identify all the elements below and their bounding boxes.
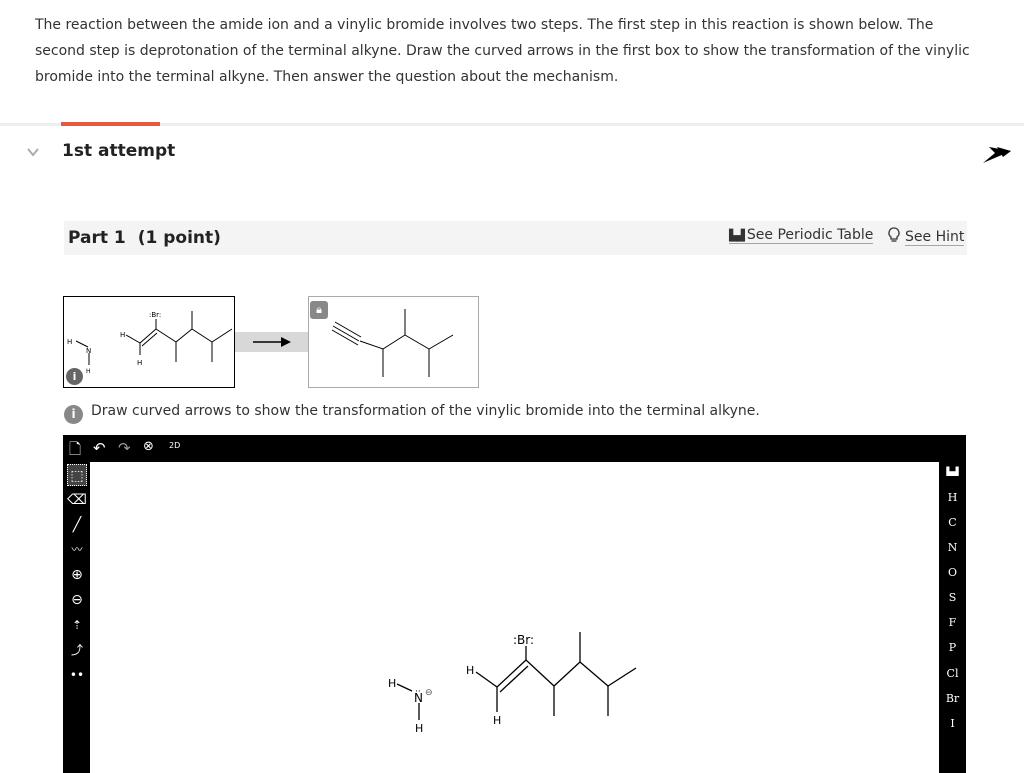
zoom-fit-icon[interactable]: ⊗: [143, 439, 154, 454]
see-periodic-table-link[interactable]: ▙▟ See Periodic Table: [729, 227, 874, 244]
vinyl-h-label: H: [120, 331, 125, 339]
part-points: (1 point): [137, 228, 221, 248]
part-title: Part 1 (1 point): [68, 228, 221, 248]
lock-icon: 🔒︎: [310, 301, 328, 319]
element-p[interactable]: P: [939, 641, 966, 654]
part-number: Part 1: [68, 228, 126, 248]
amide-h-label: H: [67, 338, 72, 346]
step-2-thumbnail[interactable]: [308, 296, 479, 388]
periodic-table-icon: ▙▟: [729, 229, 745, 242]
structure-editor: 🗋︎ ↶ ↷ ⊗ 2D ⬚ ⌫ ╱ 〰 ⊕ ⊖ ⇡ ⤴ •• ▙▟ H C N …: [63, 435, 966, 773]
element-s[interactable]: S: [939, 591, 966, 604]
2d-clean-icon[interactable]: 2D: [169, 441, 180, 450]
instruction-text: Draw curved arrows to show the transform…: [91, 403, 760, 419]
pin-icon[interactable]: [981, 141, 1013, 165]
element-n[interactable]: N: [939, 541, 966, 554]
element-f[interactable]: F: [939, 616, 966, 629]
curved-arrow-icon[interactable]: ⤴: [67, 639, 87, 661]
bromine-label: :Br:: [149, 311, 161, 319]
vinyl-h2-label: H: [137, 359, 142, 367]
lone-pair-icon[interactable]: ••: [67, 664, 87, 686]
element-h[interactable]: H: [939, 491, 966, 504]
vinyl-h-label: H: [466, 664, 474, 677]
undo-icon[interactable]: ↶: [93, 439, 106, 457]
eraser-icon[interactable]: ⌫: [67, 489, 87, 511]
reactants-structure-small: H N H H H :Br:: [67, 311, 233, 375]
editor-left-toolbar: ⬚ ⌫ ╱ 〰 ⊕ ⊖ ⇡ ⤴ ••: [63, 462, 90, 773]
element-c[interactable]: C: [939, 516, 966, 529]
select-tool-icon[interactable]: ⬚: [67, 464, 87, 486]
bond-tool-icon[interactable]: ╱: [67, 514, 87, 536]
info-icon: i: [64, 405, 83, 424]
part-header: Part 1 (1 point) ▙▟ See Periodic Table See…: [64, 221, 967, 255]
vinyl-h2-label: H: [493, 714, 501, 727]
element-palette: ▙▟ H C N O S F P Cl Br I: [939, 462, 966, 773]
see-hint-link[interactable]: See Hint: [887, 227, 965, 246]
amide-h-label: H: [388, 677, 396, 690]
alkyne-structure-small: [331, 309, 454, 377]
editor-top-toolbar: 🗋︎ ↶ ↷ ⊗ 2D: [63, 435, 966, 462]
lone-pair-dots: ··: [415, 687, 421, 697]
reactants-structure: H N ·· ⊖ H H H :Br:: [388, 632, 637, 735]
question-text: The reaction between the amide ion and a…: [35, 17, 970, 85]
negative-charge-icon[interactable]: ⊖: [67, 589, 87, 611]
element-i[interactable]: I: [939, 717, 966, 730]
element-cl[interactable]: Cl: [939, 667, 966, 680]
attempt-accent-bar: [61, 122, 160, 126]
chevron-down-icon[interactable]: [26, 145, 40, 159]
step-1-thumbnail[interactable]: H N H H H :Br:: [63, 296, 235, 388]
amide-n-label: N: [86, 347, 91, 355]
element-o[interactable]: O: [939, 566, 966, 579]
chain-tool-icon[interactable]: 〰: [67, 539, 87, 561]
info-icon[interactable]: i: [66, 368, 83, 385]
element-br[interactable]: Br: [939, 692, 966, 705]
periodic-table-icon[interactable]: ▙▟: [939, 467, 966, 476]
attempt-label[interactable]: 1st attempt: [62, 141, 175, 161]
negative-charge-label: ⊖: [425, 688, 433, 698]
hint-label: See Hint: [905, 229, 965, 246]
instruction: i Draw curved arrows to show the transfor…: [64, 403, 760, 424]
redo-icon[interactable]: ↷: [118, 439, 131, 457]
charge-arrow-icon[interactable]: ⇡: [67, 614, 87, 636]
amide-h2-label: H: [86, 368, 91, 375]
positive-charge-icon[interactable]: ⊕: [67, 564, 87, 586]
drawing-canvas[interactable]: H N ·· ⊖ H H H :Br:: [90, 462, 939, 773]
amide-h2-label: H: [415, 722, 423, 735]
new-document-icon[interactable]: 🗋︎: [69, 439, 81, 464]
lightbulb-icon: [888, 227, 900, 242]
bromine-label: :Br:: [513, 633, 534, 647]
periodic-table-label: See Periodic Table: [746, 227, 874, 243]
reaction-arrow: [235, 332, 308, 352]
clean-label: 2D: [169, 441, 181, 450]
